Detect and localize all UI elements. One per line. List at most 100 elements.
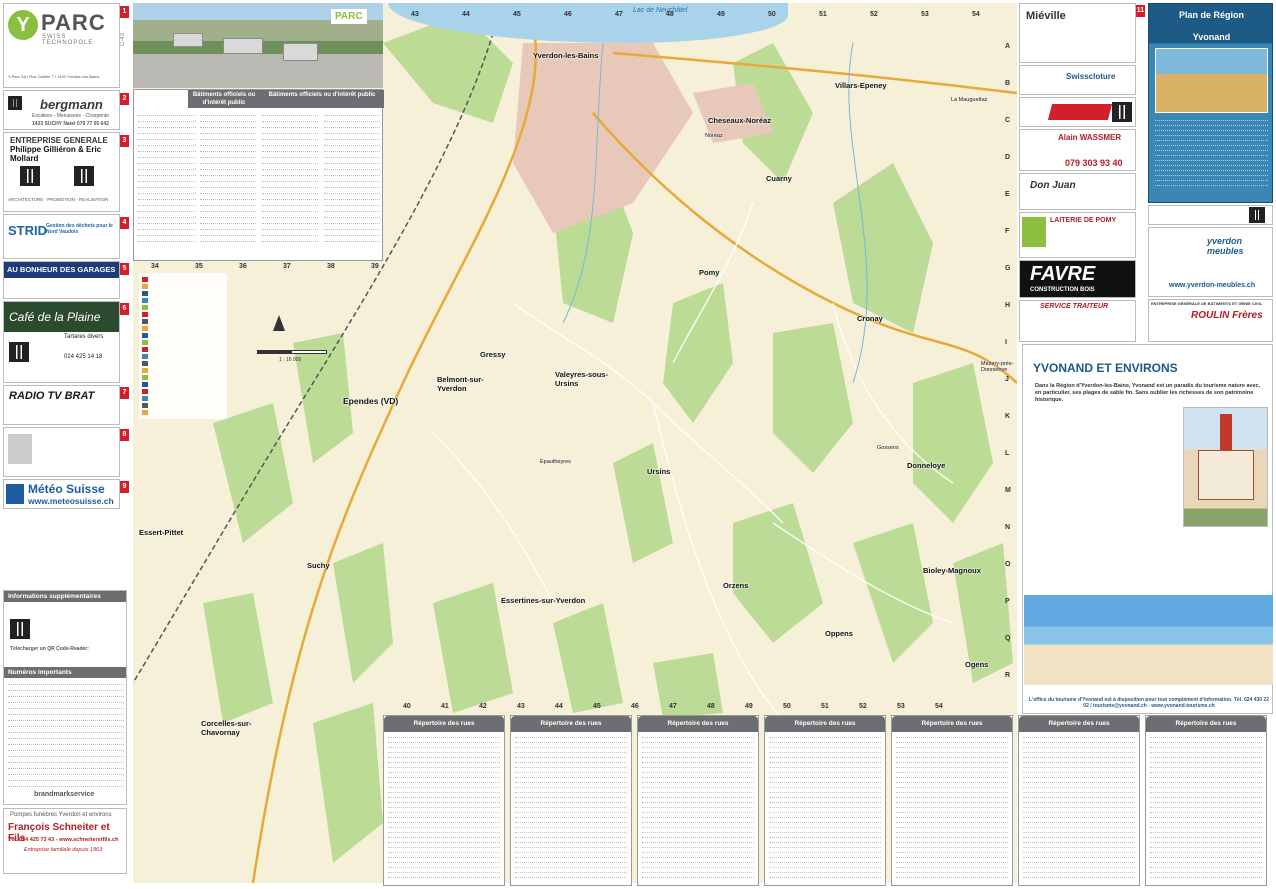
place-cuarny[interactable]: Cuarny [766, 174, 792, 183]
bergmann-logo: bergmann [40, 97, 103, 112]
place-noreaz[interactable]: Noréaz [705, 133, 723, 139]
street-index-header: Répertoire des rues [384, 716, 504, 732]
mieville-logo: Miéville [1026, 10, 1066, 22]
ad-wassmer[interactable]: Alain WASSMER 079 303 93 40 [1019, 129, 1136, 171]
ad-roulin[interactable]: ENTREPRISE GÉNÉRALE DE BÂTIMENTS ET GÉNI… [1148, 299, 1273, 342]
place-corcelles[interactable]: Corcelles-sur-Chavornay [201, 719, 271, 737]
yverdon-meubles-logo: yverdon meubles [1207, 236, 1244, 256]
place-epautheyres[interactable]: Epautheyres [540, 459, 571, 465]
place-ependes[interactable]: Ependes (VD) [343, 396, 398, 406]
place-cronay[interactable]: Cronay [857, 314, 883, 323]
scale-bar [257, 350, 327, 354]
street-index-header: Répertoire des rues [1019, 716, 1139, 732]
plan-subtitle: Yvonand [1192, 32, 1231, 42]
grid-number: 52 [870, 11, 878, 18]
tag-k43: 9 [120, 481, 129, 493]
place-orzens[interactable]: Orzens [723, 581, 748, 590]
article-title: YVONAND ET ENVIRONS [1033, 361, 1178, 375]
place-ogens[interactable]: Ogens [965, 660, 988, 669]
ad-bergmann[interactable]: bergmann Escaliers - Menuiserie - Charpe… [3, 90, 120, 130]
qr-code-icon [10, 619, 30, 639]
ad-pompes-funebres[interactable]: Pompes funèbres Yverdon et environs Fran… [3, 808, 127, 874]
place-mezery[interactable]: Mézery-près-Donneloye [981, 361, 1017, 373]
ad-yverdon-meubles[interactable]: yverdon meubles www.yverdon-meubles.ch [1148, 227, 1273, 297]
street-index-column: Répertoire des rues [1018, 715, 1140, 886]
yparc-logo-icon: Y [8, 10, 38, 40]
street-index-header: Répertoire des rues [765, 716, 885, 732]
grid-number: 37 [283, 263, 291, 270]
place-gossens[interactable]: Gossens [877, 445, 899, 451]
north-arrow-icon [273, 315, 285, 331]
grid-number: 54 [935, 703, 943, 710]
street-index-header: Répertoire des rues [892, 716, 1012, 732]
place-gressy[interactable]: Gressy [480, 350, 505, 359]
place-villars[interactable]: Villars-Epeney [835, 81, 887, 90]
street-index: Répertoire des rues Répertoire des rues Ré… [383, 715, 1276, 886]
ad-radio-tv-brat[interactable]: RADIO TV BRAT [3, 385, 120, 425]
grid-letter: R [1005, 672, 1011, 679]
qr-code-icon [9, 342, 29, 362]
place-ursins[interactable]: Ursins [647, 467, 670, 476]
tag-e46: 11 [1136, 5, 1145, 17]
pompes-top: Pompes funèbres Yverdon et environs [10, 812, 112, 818]
radio-title: RADIO TV BRAT [9, 390, 95, 402]
ad-swiss-red[interactable] [1019, 97, 1136, 127]
tag-i43: 7 [120, 387, 129, 399]
grid-number: 47 [669, 703, 677, 710]
grid-letter: N [1005, 524, 1011, 531]
info-panel: Informations supplémentaires Télécharger… [3, 590, 127, 805]
place-pomy[interactable]: Pomy [699, 268, 719, 277]
place-oppens[interactable]: Oppens [825, 629, 853, 638]
poi-header-left: Bâtiments officiels ou d'intérêt public [188, 90, 260, 108]
ad-don-juan[interactable]: Don Juan [1019, 173, 1136, 210]
place-cheseaux[interactable]: Cheseaux-Noréaz [708, 116, 771, 125]
ad-yparc[interactable]: Y PARC SWISS TECHNOPOLE Y-Parc SA I Rue … [3, 3, 120, 88]
ad-cafe-plaine[interactable]: Café de la Plaine Tartares divers 024 42… [3, 301, 120, 383]
cafe-title: Café de la Plaine [9, 310, 101, 324]
pompes-foot: Entreprise familiale depuis 1963 [24, 847, 103, 853]
place-essertines[interactable]: Essertines-sur-Yverdon [501, 596, 585, 605]
strid-tagline: Gestion des déchets pour le Nord Vaudois [46, 223, 113, 235]
cafe-tel: 024 425 14 18 [64, 354, 103, 360]
ad-garages[interactable]: AU BONHEUR DES GARAGES [3, 261, 120, 299]
place-bioley[interactable]: Bioley-Magnoux [923, 566, 981, 575]
grid-number: 52 [859, 703, 867, 710]
ad-mieville[interactable]: Miéville [1019, 3, 1136, 63]
ad-swisscloture[interactable]: Swisscloture [1019, 65, 1136, 95]
ad-favre[interactable]: FAVRE CONSTRUCTION BOIS [1019, 260, 1136, 298]
roulin-head: ENTREPRISE GÉNÉRALE DE BÂTIMENTS ET GÉNI… [1151, 301, 1263, 306]
ad-meteo-suisse[interactable]: Météo Suisse www.meteosuisse.ch [3, 479, 120, 509]
street-index-header: Répertoire des rues [638, 716, 758, 732]
place-essert[interactable]: Essert-Pittet [139, 528, 183, 537]
ad-fumoir[interactable] [3, 427, 120, 477]
wassmer-tel: 079 303 93 40 [1065, 158, 1123, 168]
place-lamauguettaz[interactable]: La Mauguettaz [951, 97, 987, 103]
plan-region-panel: Plan de Région Yvonand [1148, 3, 1273, 203]
ad-traiteur[interactable]: SERVICE TRAITEUR [1019, 300, 1136, 342]
grid-number: 40 [403, 703, 411, 710]
ad-adnv[interactable] [1148, 205, 1273, 225]
place-suchy[interactable]: Suchy [307, 561, 330, 570]
grid-number: 34 [151, 263, 159, 270]
place-donneloye[interactable]: Donneloye [907, 461, 945, 470]
grid-number: 51 [821, 703, 829, 710]
ad-strid[interactable]: STRID Gestion des déchets pour le Nord V… [3, 214, 120, 259]
inset-logo: PARC [331, 9, 367, 24]
donjuan-logo: Don Juan [1030, 180, 1076, 191]
grid-number: 44 [462, 11, 470, 18]
meteo-url: www.meteosuisse.ch [28, 496, 114, 506]
scale-label: 1 : 16 000 [279, 357, 302, 363]
qr-code-icon [1249, 207, 1265, 223]
grid-number: 38 [327, 263, 335, 270]
ad-laiterie[interactable]: LAITERIE DE POMY [1019, 212, 1136, 258]
entreprise-foot: ARCHITECTURE - PROMOTION - REALISATION [8, 197, 109, 202]
yvonand-article: YVONAND ET ENVIRONS Dans la Région d'Yve… [1022, 344, 1273, 714]
place-belmont[interactable]: Belmont-sur-Yverdon [437, 375, 507, 393]
place-valeyres[interactable]: Valeyres-sous-Ursins [555, 370, 615, 388]
street-index-column: Répertoire des rues [1145, 715, 1267, 886]
grid-number: 43 [517, 703, 525, 710]
ad-entreprise-generale[interactable]: ENTREPRISE GENERALE Philippe Gilliéron &… [3, 132, 120, 212]
place-yverdon[interactable]: Yverdon-les-Bains [533, 51, 598, 60]
grid-number: 49 [745, 703, 753, 710]
grid-number: 45 [513, 11, 521, 18]
